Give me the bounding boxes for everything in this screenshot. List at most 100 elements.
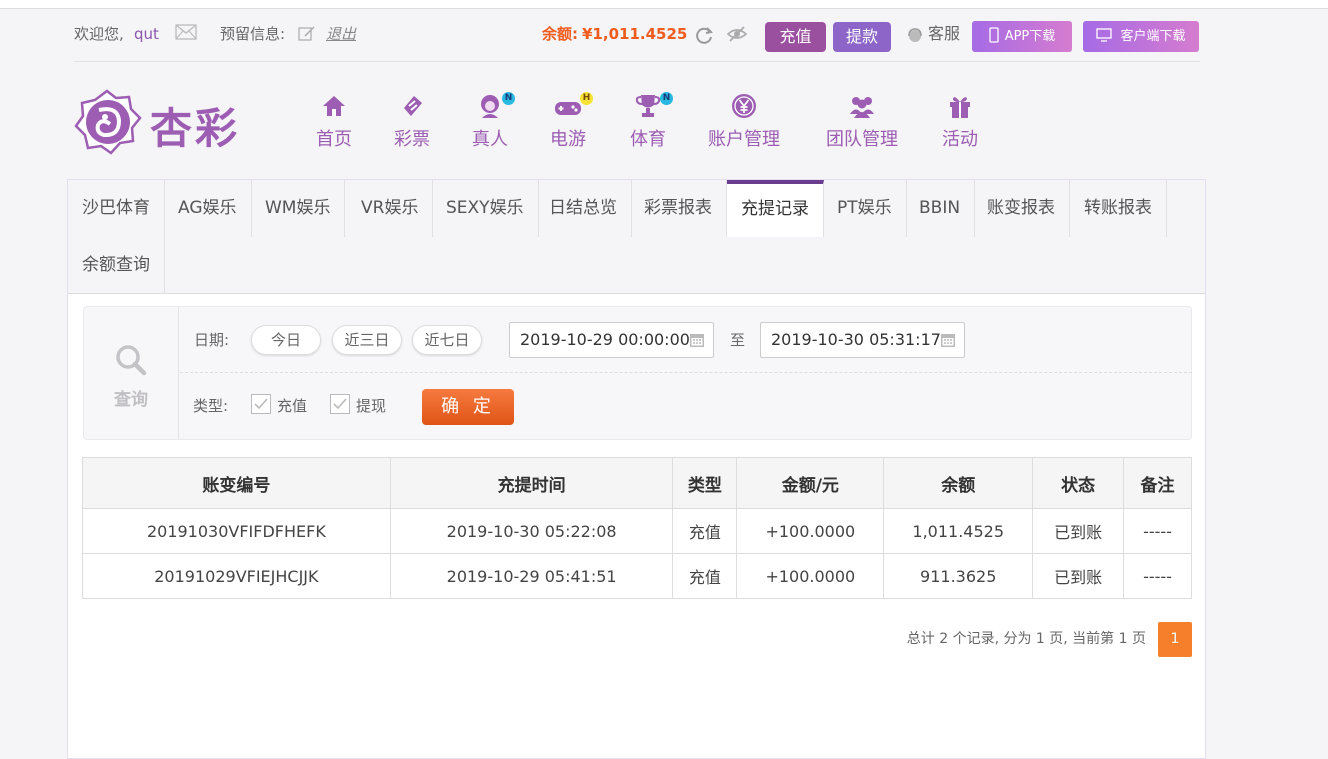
table-row: 20191029VFIEJHCJJK 2019-10-29 05:41:51 充… <box>82 553 1192 599</box>
record-time: 2019-10-29 05:41:51 <box>389 553 674 599</box>
tab-item[interactable]: 账变报表 <box>973 180 1070 237</box>
nav-label: 账户管理 <box>708 129 780 150</box>
start-date-value: 2019-10-29 00:00:00 <box>520 330 690 349</box>
nav-team[interactable]: 团队管理 <box>824 92 900 162</box>
phone-icon <box>989 27 999 43</box>
search-icon <box>116 345 147 376</box>
nav-label: 首页 <box>316 129 352 150</box>
nav-label: 活动 <box>942 129 978 150</box>
tab-item[interactable]: 日结总览 <box>535 180 632 237</box>
report-panel: 沙巴体育 AG娱乐 WM娱乐 VR娱乐 SEXY娱乐 日结总览 彩票报表 充提记录 PT娱乐 BB… <box>67 179 1206 759</box>
record-type: 充值 <box>672 553 738 599</box>
app-download-button[interactable]: APP下载 <box>972 21 1072 52</box>
tab-item[interactable]: VR娱乐 <box>347 180 434 237</box>
nav-account[interactable]: 账户管理 <box>706 92 782 162</box>
gamepad-icon <box>555 102 581 115</box>
nav-events[interactable]: 活动 <box>940 92 980 162</box>
monitor-icon <box>1096 28 1113 42</box>
badge-new: N <box>502 92 515 105</box>
tab-item[interactable]: AG娱乐 <box>164 180 252 237</box>
withdraw-checkbox[interactable] <box>330 394 350 414</box>
client-download-button[interactable]: 客户端下载 <box>1083 21 1199 52</box>
badge-new: N <box>660 92 673 105</box>
start-date-input[interactable]: 2019-10-29 00:00:00 <box>509 322 714 358</box>
today-button[interactable]: 今日 <box>251 325 321 355</box>
logout-link[interactable]: 退出 <box>326 10 356 62</box>
team-icon <box>850 97 874 118</box>
window-top-edge <box>0 0 1328 9</box>
table-row: 20191030VFIFDFHEFK 2019-10-30 05:22:08 充… <box>82 508 1192 554</box>
reserved-info-label: 预留信息: <box>220 25 286 43</box>
records-table: 账变编号 充提时间 类型 金额/元 余额 状态 备注 20191030VFIFD… <box>82 457 1192 599</box>
nav-egames[interactable]: H 电游 <box>548 92 593 162</box>
tab-item[interactable]: 充提记录 <box>727 180 824 237</box>
tab-item[interactable]: 转账报表 <box>1070 180 1167 237</box>
table-header-row: 账变编号 充提时间 类型 金额/元 余额 状态 备注 <box>82 457 1192 509</box>
type-row: 类型: 充值 提现 确 定 <box>180 374 1192 440</box>
record-id: 20191029VFIEJHCJJK <box>82 553 391 599</box>
home-icon <box>323 96 345 116</box>
record-status: 已到账 <box>1032 508 1125 554</box>
yen-coin-icon <box>732 94 756 118</box>
balance-label: 余额: <box>542 25 578 43</box>
withdraw-button[interactable]: 提款 <box>833 22 891 52</box>
record-balance: 1,011.4525 <box>883 508 1034 554</box>
record-time: 2019-10-30 05:22:08 <box>389 508 674 554</box>
service-icon[interactable] <box>906 27 924 45</box>
live-dealer-icon <box>481 95 499 118</box>
top-bar: 欢迎您, qut 预留信息: 退出 余额: ¥1,011.4525 充值 提款 … <box>74 10 1200 62</box>
last-3-days-button[interactable]: 近三日 <box>332 325 402 355</box>
mail-icon[interactable] <box>175 24 197 44</box>
tab-item[interactable]: PT娱乐 <box>823 180 907 237</box>
tab-item[interactable]: 彩票报表 <box>630 180 727 237</box>
nav-label: 真人 <box>472 129 508 150</box>
type-label: 类型: <box>193 397 229 415</box>
site-logo[interactable]: 杏彩 <box>74 88 249 158</box>
last-7-days-button[interactable]: 近七日 <box>412 325 482 355</box>
date-label: 日期: <box>194 331 230 349</box>
balance-value: ¥1,011.4525 <box>582 25 688 43</box>
query-icon-label: 查询 <box>114 390 148 410</box>
username-link[interactable]: qut <box>134 10 159 62</box>
tab-item[interactable]: SEXY娱乐 <box>432 180 539 237</box>
calendar-icon[interactable] <box>689 332 705 348</box>
nav-sports[interactable]: N 体育 <box>628 92 673 162</box>
deposit-button[interactable]: 充值 <box>765 22 826 52</box>
deposit-checkbox[interactable] <box>251 394 271 414</box>
nav-label: 彩票 <box>394 129 430 150</box>
hide-balance-icon[interactable] <box>726 25 748 45</box>
col-header: 账变编号 <box>82 457 391 509</box>
col-header: 余额 <box>883 457 1034 509</box>
badge-hot: H <box>580 92 593 105</box>
nav-lottery[interactable]: 彩票 <box>392 92 432 162</box>
tab-item[interactable]: 余额查询 <box>68 237 165 294</box>
page-button-1[interactable]: 1 <box>1158 622 1192 657</box>
edit-icon[interactable] <box>298 25 316 43</box>
tab-item[interactable]: WM娱乐 <box>251 180 346 237</box>
nav-label: 体育 <box>630 129 666 150</box>
gift-icon <box>950 97 970 118</box>
col-header: 充提时间 <box>389 457 674 509</box>
logo-text: 杏彩 <box>150 104 241 153</box>
tab-item[interactable]: 沙巴体育 <box>68 180 165 237</box>
calendar-icon[interactable] <box>940 332 956 348</box>
col-header: 备注 <box>1123 457 1192 509</box>
withdraw-type-label: 提现 <box>356 397 387 415</box>
service-link[interactable]: 客服 <box>928 10 960 62</box>
record-type: 充值 <box>672 508 738 554</box>
nav-live[interactable]: N 真人 <box>470 92 515 162</box>
confirm-button[interactable]: 确 定 <box>422 389 514 425</box>
end-date-value: 2019-10-30 05:31:17 <box>771 330 941 349</box>
trophy-icon <box>635 95 661 117</box>
col-header: 类型 <box>672 457 738 509</box>
pagination-summary: 总计 2 个记录, 分为 1 页, 当前第 1 页 <box>906 631 1146 647</box>
welcome-text: 欢迎您, <box>74 25 124 43</box>
client-download-label: 客户端下载 <box>1120 29 1186 44</box>
nav-home[interactable]: 首页 <box>314 92 354 162</box>
date-row: 日期: 今日 近三日 近七日 2019-10-29 00:00:00 至 201… <box>180 307 1192 373</box>
col-header: 状态 <box>1032 457 1125 509</box>
tab-item[interactable]: BBIN <box>905 180 976 237</box>
end-date-input[interactable]: 2019-10-30 05:31:17 <box>760 322 965 358</box>
refresh-icon[interactable] <box>694 25 714 45</box>
record-amount: +100.0000 <box>736 508 885 554</box>
